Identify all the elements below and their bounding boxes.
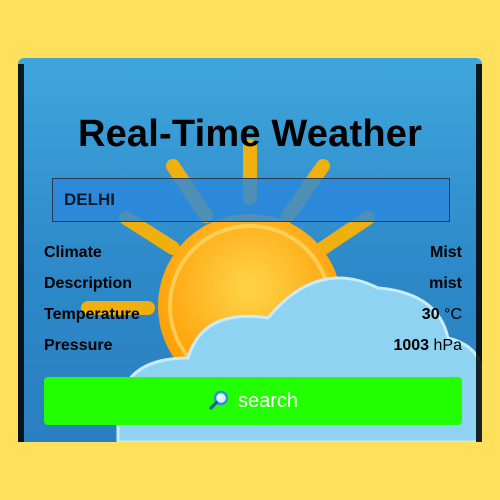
- weather-row-temperature: Temperature 30 °C: [44, 306, 462, 328]
- row-label: Pressure: [44, 337, 113, 354]
- city-search-input[interactable]: [52, 178, 450, 222]
- pressure-unit: hPa: [433, 337, 462, 354]
- search-button[interactable]: search: [44, 377, 462, 425]
- temperature-unit: °C: [444, 306, 462, 323]
- row-label: Temperature: [44, 306, 140, 323]
- app-title: Real-Time Weather: [77, 113, 423, 155]
- weather-card: Real-Time Weather Climate Mist Descripti…: [18, 58, 482, 442]
- row-value: mist: [429, 275, 462, 292]
- magnifier-icon: [209, 390, 229, 410]
- row-value: 1003 hPa: [393, 337, 462, 354]
- weather-row-climate: Climate Mist: [44, 244, 462, 266]
- row-label: Climate: [44, 244, 102, 261]
- row-value: 30 °C: [421, 306, 462, 323]
- search-button-label: search: [237, 389, 299, 412]
- row-value: Mist: [430, 244, 462, 261]
- card-frame-left: [18, 64, 24, 442]
- weather-row-description: Description mist: [44, 275, 462, 297]
- card-frame-right: [476, 64, 482, 442]
- row-label: Description: [44, 275, 133, 292]
- weather-row-pressure: Pressure 1003 hPa: [44, 337, 462, 359]
